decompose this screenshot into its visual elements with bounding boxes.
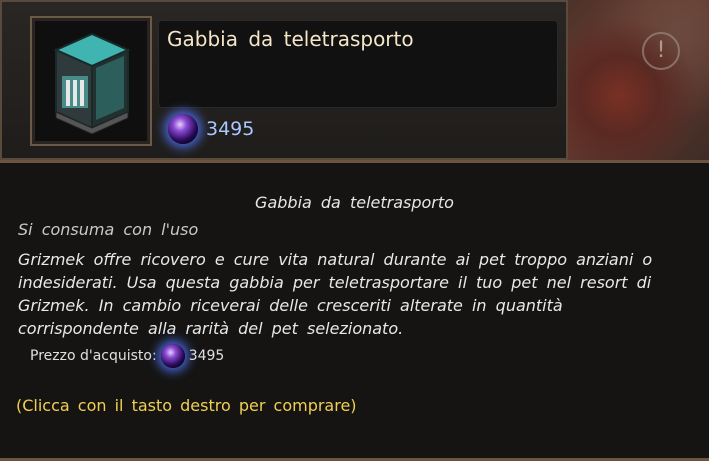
alert-icon[interactable]: ! xyxy=(642,32,680,70)
item-tooltip: Gabbia da teletrasporto Si consuma con l… xyxy=(0,160,709,461)
purple-orb-icon xyxy=(168,114,198,144)
teleport-cage-icon xyxy=(53,32,131,134)
item-price-value: 3495 xyxy=(206,118,255,140)
tooltip-price-value: 3495 xyxy=(188,348,225,364)
purple-orb-icon xyxy=(160,344,185,368)
item-name: Gabbia da teletrasporto xyxy=(167,27,414,51)
tooltip-buy-hint: (Clicca con il tasto destro per comprare… xyxy=(16,396,357,415)
item-header-panel: Gabbia da teletrasporto 3495 xyxy=(0,0,568,160)
item-slot[interactable] xyxy=(30,16,152,146)
tooltip-price-label: Prezzo d'acquisto: xyxy=(30,348,157,364)
item-price: 3495 xyxy=(168,114,254,144)
tooltip-consume-note: Si consuma con l'uso xyxy=(18,220,199,239)
tooltip-price-row: Prezzo d'acquisto: 3495 xyxy=(30,344,224,368)
background-map xyxy=(560,0,709,160)
tooltip-title: Gabbia da teletrasporto xyxy=(255,193,454,212)
tooltip-description: Grizmek offre ricovero e cure vita natur… xyxy=(18,250,653,338)
item-name-box: Gabbia da teletrasporto xyxy=(158,20,558,108)
